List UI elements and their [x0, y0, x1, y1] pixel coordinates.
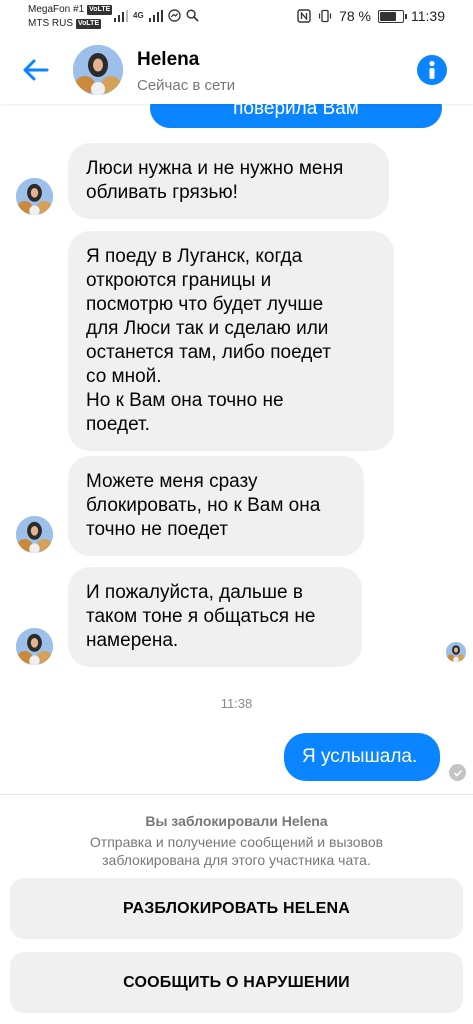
nfc-icon	[297, 9, 311, 23]
status-icons-left: 4G	[114, 9, 199, 22]
back-arrow-icon	[23, 59, 49, 81]
message-list[interactable]: поверила Вам Люси нужна и не нужно меня …	[0, 104, 473, 794]
blocked-description: Отправка и получение сообщений и вызовов…	[89, 834, 384, 868]
carrier-1-label: MegaFon #1	[28, 4, 85, 15]
status-bar: MegaFon #1 VoLTE MTS RUS VoLTE 4G 78 % 1…	[0, 0, 473, 36]
blocked-panel: Вы заблокировали Helena Отправка и получ…	[0, 794, 473, 1024]
carrier-2-label: MTS RUS	[28, 18, 73, 29]
messenger-icon	[167, 9, 181, 22]
message-timestamp: 11:38	[220, 696, 253, 711]
signal-icon	[114, 9, 128, 22]
report-button[interactable]: СООБЩИТЬ О НАРУШЕНИИ	[10, 952, 463, 1013]
avatar-image	[73, 45, 123, 95]
contact-avatar[interactable]	[73, 45, 123, 95]
network-type-label: 4G	[133, 11, 144, 20]
message-bubble-outgoing[interactable]: Я услышала.	[284, 733, 440, 781]
signal-icon-2	[148, 9, 163, 22]
sender-avatar	[16, 628, 53, 665]
contact-name[interactable]: Helena	[137, 49, 199, 71]
search-icon	[186, 9, 199, 22]
sender-avatar	[16, 178, 53, 215]
battery-level	[380, 11, 396, 21]
seen-receipt-avatar	[446, 642, 466, 662]
message-bubble-outgoing[interactable]: поверила Вам	[150, 104, 442, 128]
battery-icon	[378, 9, 407, 23]
message-bubble-incoming[interactable]: Я поеду в Луганск, когда откроются грани…	[68, 231, 394, 451]
status-right: 78 % 11:39	[297, 8, 445, 24]
message-bubble-incoming[interactable]: Люси нужна и не нужно меня обливать гряз…	[68, 143, 389, 219]
clock: 11:39	[411, 8, 445, 24]
check-circle-icon	[449, 764, 466, 781]
back-button[interactable]	[18, 52, 54, 88]
volte-badge: VoLTE	[87, 5, 113, 15]
blocked-title: Вы заблокировали Helena	[145, 813, 328, 829]
sender-avatar	[16, 516, 53, 553]
message-bubble-incoming[interactable]: И пожалуйста, дальше в таком тоне я обща…	[68, 567, 362, 667]
info-button[interactable]	[417, 55, 447, 85]
unblock-button[interactable]: РАЗБЛОКИРОВАТЬ HELENA	[10, 878, 463, 939]
volte-badge-2: VoLTE	[76, 19, 102, 29]
info-icon	[429, 60, 435, 79]
message-bubble-incoming[interactable]: Можете меня сразу блокировать, но к Вам …	[68, 456, 364, 556]
vibrate-icon	[318, 9, 332, 23]
carrier-info: MegaFon #1 VoLTE MTS RUS VoLTE	[28, 3, 113, 31]
battery-percent: 78 %	[339, 8, 371, 24]
online-status: Сейчас в сети	[137, 77, 236, 94]
conversation-header: Helena Сейчас в сети	[0, 36, 473, 104]
